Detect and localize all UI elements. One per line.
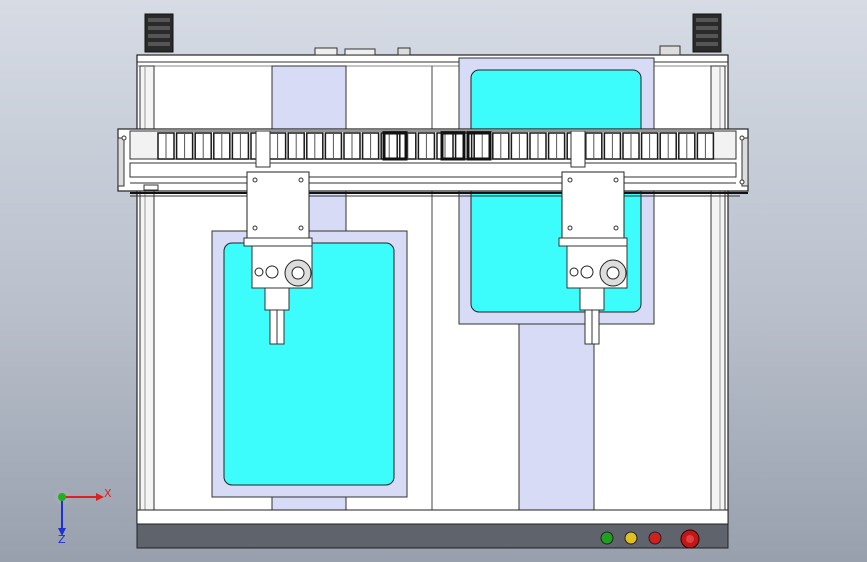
left-top-fixture [144, 13, 174, 53]
green-light [600, 531, 614, 545]
indicator-lights [600, 531, 662, 545]
z-axis-label: Z [58, 533, 66, 546]
emergency-stop-button[interactable] [680, 529, 700, 549]
x-axis-label: X [104, 487, 112, 500]
base-control-panel [136, 509, 729, 549]
red-light [648, 531, 662, 545]
cad-viewport[interactable]: X Z [0, 0, 867, 562]
machine-drawing: X Z [54, 13, 749, 549]
axis-triad: X Z [54, 487, 112, 546]
right-top-fixture [692, 13, 722, 53]
yellow-light [624, 531, 638, 545]
right-lavender-rail [518, 309, 595, 512]
